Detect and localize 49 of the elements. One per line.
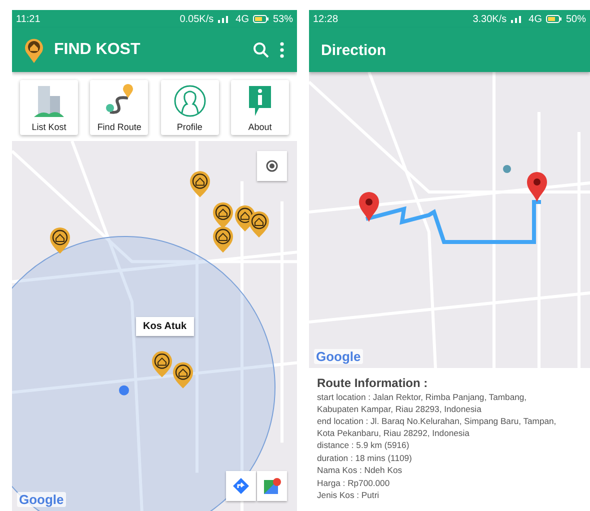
open-maps-button[interactable] xyxy=(257,471,287,501)
turn-arrow-icon xyxy=(232,477,250,495)
battery-level: 50% xyxy=(566,14,586,24)
house-marker-icon[interactable] xyxy=(190,171,210,198)
battery-icon xyxy=(252,15,269,23)
marker-info-window: Kos Atuk xyxy=(136,317,194,336)
network-speed: 3.30K/s xyxy=(472,14,507,24)
map-app-icon xyxy=(263,477,281,495)
house-marker-icon[interactable] xyxy=(152,351,172,378)
house-marker-icon[interactable] xyxy=(213,202,233,228)
route-info-line: duration : 18 mins (1109) xyxy=(317,452,413,464)
status-time: 11:21 xyxy=(16,14,40,24)
map-view[interactable]: Kos Atuk Google xyxy=(12,141,297,511)
screen-title: Direction xyxy=(321,42,388,58)
map-view[interactable]: Google xyxy=(309,72,590,368)
battery-icon xyxy=(546,15,562,23)
house-marker-icon[interactable] xyxy=(249,211,269,238)
more-menu-icon[interactable] xyxy=(279,42,285,58)
person-icon xyxy=(172,84,207,118)
network-type: 4G xyxy=(236,14,249,24)
route-info-line: Harga : Rp700.000 xyxy=(317,478,391,489)
house-marker-icon[interactable] xyxy=(173,362,193,388)
battery-level: 53% xyxy=(272,14,293,24)
map-pin-icon[interactable] xyxy=(359,192,379,222)
current-location-dot xyxy=(119,385,129,396)
house-marker-icon[interactable] xyxy=(50,227,70,254)
map-pin-icon[interactable] xyxy=(527,172,547,202)
network-speed: 0.05K/s xyxy=(180,14,214,24)
target-icon xyxy=(264,158,280,174)
menu-tile[interactable]: List Kost xyxy=(20,80,78,135)
menu-tile[interactable]: About xyxy=(230,80,289,135)
app-title: FIND KOST xyxy=(54,41,142,59)
route-info-line: distance : 5.9 km (5916) xyxy=(317,440,410,452)
buildings-icon xyxy=(32,84,66,118)
directions-button[interactable] xyxy=(226,471,256,501)
route-info-line: Nama Kos : Ndeh Kos xyxy=(317,465,404,476)
menu-tile[interactable]: Profile xyxy=(160,80,219,135)
google-logo: Google xyxy=(314,349,363,364)
route-info-heading: Route Information : xyxy=(317,376,429,390)
network-type: 4G xyxy=(528,14,542,24)
google-logo: Google xyxy=(17,492,66,507)
search-icon[interactable] xyxy=(253,42,269,58)
university-marker-icon xyxy=(503,165,511,173)
house-pin-logo-icon xyxy=(24,37,44,63)
house-marker-icon[interactable] xyxy=(213,226,233,253)
route-info-line: Jenis Kos : Putri xyxy=(317,490,380,502)
my-location-button[interactable] xyxy=(257,151,287,181)
status-time: 12:28 xyxy=(313,14,338,24)
menu-tile[interactable]: Find Route xyxy=(90,80,148,135)
